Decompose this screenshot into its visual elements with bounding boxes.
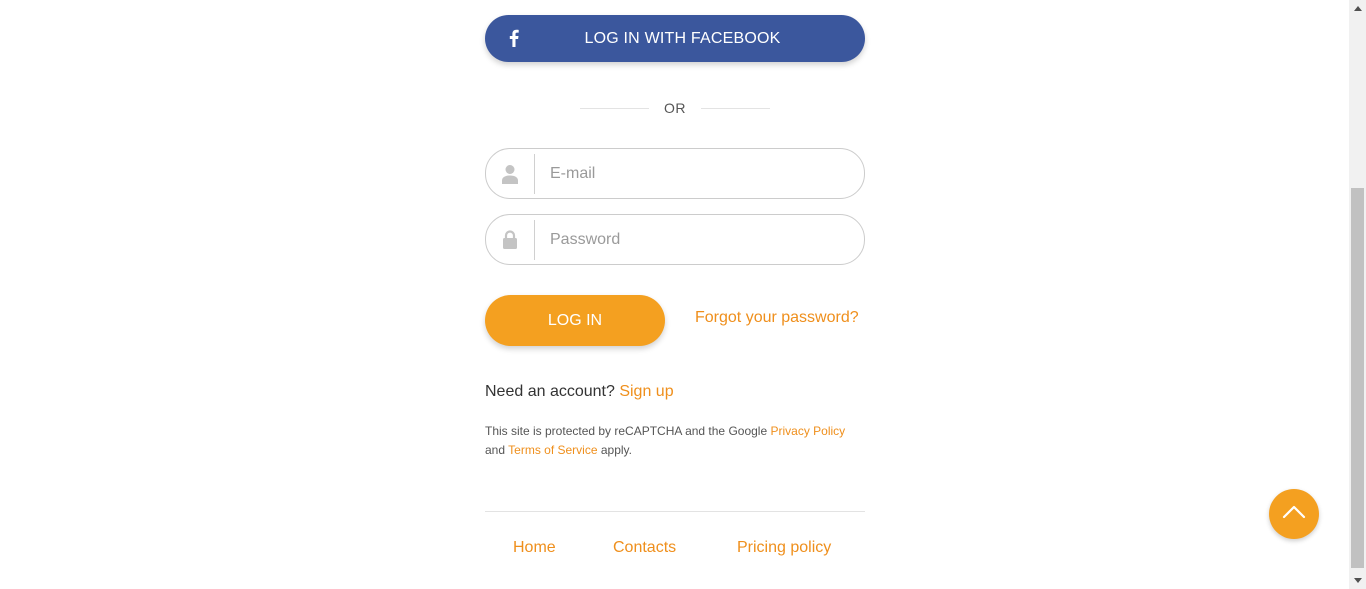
recaptcha-apply-text: apply. xyxy=(600,443,632,457)
scrollbar-thumb[interactable] xyxy=(1351,188,1364,568)
facebook-icon xyxy=(507,27,521,49)
email-input-group xyxy=(485,148,865,199)
divider-line-right xyxy=(701,107,770,109)
recaptcha-and-text: and xyxy=(485,443,506,457)
footer-divider xyxy=(485,511,865,512)
signup-prompt: Need an account? Sign up xyxy=(485,383,674,401)
user-icon xyxy=(486,149,534,198)
password-input-group xyxy=(485,214,865,265)
password-input[interactable] xyxy=(535,215,864,264)
or-divider: OR xyxy=(580,98,770,118)
divider-line-left xyxy=(580,107,649,109)
signup-link[interactable]: Sign up xyxy=(619,383,673,400)
privacy-policy-link[interactable]: Privacy Policy xyxy=(770,424,845,438)
email-input[interactable] xyxy=(535,149,864,198)
facebook-login-label: LOG IN WITH FACEBOOK xyxy=(584,29,781,47)
or-text: OR xyxy=(664,100,686,116)
facebook-login-button[interactable]: LOG IN WITH FACEBOOK xyxy=(485,15,865,62)
scroll-to-top-button[interactable] xyxy=(1269,489,1319,539)
recaptcha-text: This site is protected by reCAPTCHA and … xyxy=(485,424,768,438)
scroll-up-arrow-icon[interactable] xyxy=(1349,0,1366,17)
terms-of-service-link[interactable]: Terms of Service xyxy=(508,443,597,457)
footer-link-contacts[interactable]: Contacts xyxy=(613,539,676,557)
footer-link-home[interactable]: Home xyxy=(513,539,556,557)
login-button[interactable]: LOG IN xyxy=(485,295,665,346)
footer-link-pricing-policy[interactable]: Pricing policy xyxy=(737,539,831,557)
forgot-password-link[interactable]: Forgot your password? xyxy=(695,309,859,327)
vertical-scrollbar[interactable] xyxy=(1349,0,1366,589)
login-page: LOG IN WITH FACEBOOK OR LOG IN Forgot yo… xyxy=(0,0,1366,589)
signup-prompt-text: Need an account? xyxy=(485,383,615,400)
scroll-down-arrow-icon[interactable] xyxy=(1349,572,1366,589)
chevron-up-icon xyxy=(1282,505,1306,524)
recaptcha-notice: This site is protected by reCAPTCHA and … xyxy=(485,422,865,460)
lock-icon xyxy=(486,215,534,264)
